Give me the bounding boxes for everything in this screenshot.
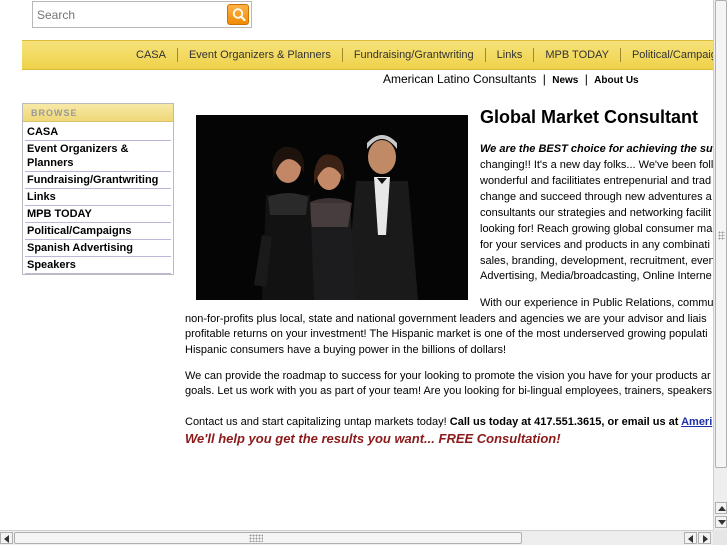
side-line: changing!! It's a new day folks... We've… [480, 159, 713, 171]
scroll-right-button[interactable] [698, 532, 711, 544]
vertical-scrollbar[interactable] [713, 0, 727, 530]
top-nav-items: CASA Event Organizers & Planners Fundrai… [127, 48, 713, 62]
paragraph-line: We can provide the roadmap to success fo… [185, 370, 711, 382]
sidebar-item-political-campaigns[interactable]: Political/Campaigns [25, 223, 171, 240]
side-line: for your services and products in any co… [480, 239, 710, 251]
search-input[interactable] [37, 6, 217, 24]
top-nav-bar: CASA Event Organizers & Planners Fundrai… [22, 40, 713, 70]
search-button[interactable] [227, 4, 249, 25]
sidebar-item-mpb-today[interactable]: MPB TODAY [25, 206, 171, 223]
cta-text: We'll help you get the results you want.… [185, 431, 561, 446]
group-photo [196, 115, 468, 300]
sidebar-item-fundraising[interactable]: Fundraising/Grantwriting [25, 172, 171, 189]
news-link[interactable]: News [552, 75, 578, 86]
nav-item-fundraising[interactable]: Fundraising/Grantwriting [341, 48, 485, 62]
side-line: consultants our strategies and networkin… [480, 207, 712, 219]
paragraph-line: With our experience in Public Relations,… [480, 297, 713, 309]
browse-heading: BROWSE [23, 104, 173, 122]
subnav-separator: | [584, 72, 588, 86]
sidebar-item-event-organizers[interactable]: Event Organizers & Planners [25, 141, 171, 172]
contact-line: Contact us and start capitalizing untap … [185, 416, 712, 429]
arrow-right-icon [703, 535, 708, 543]
nav-item-political-campaigns[interactable]: Political/Campaigns [619, 48, 713, 62]
arrow-left-icon [4, 535, 9, 543]
sidebar-item-links[interactable]: Links [25, 189, 171, 206]
paragraph-line: Hispanic consumers have a buying power i… [185, 344, 507, 356]
vertical-scroll-thumb[interactable] [715, 0, 727, 468]
side-line: wonderful and facilitiates entrepenurial… [480, 175, 712, 187]
side-line: Advertising, Media/broadcasting, Online … [480, 270, 712, 282]
browse-sidebar: BROWSE CASA Event Organizers & Planners … [22, 103, 174, 275]
scroll-down-button[interactable] [715, 516, 727, 528]
sidebar-item-speakers[interactable]: Speakers [25, 257, 171, 274]
site-name-link[interactable]: American Latino Consultants [383, 72, 536, 86]
page-title: Global Market Consultant [480, 107, 699, 127]
paragraph-line: profitable returns on your investment! T… [185, 328, 708, 340]
side-line: change and succeed through new adventure… [480, 191, 712, 203]
scroll-left-button[interactable] [0, 532, 13, 544]
grip-icon [249, 534, 263, 542]
contact-phone-text: Call us today at 417.551.3615, or email … [449, 416, 682, 428]
email-link[interactable]: Ameri [681, 416, 712, 428]
grip-icon [718, 231, 725, 240]
scroll-up-button[interactable] [715, 502, 727, 514]
nav-item-event-organizers[interactable]: Event Organizers & Planners [176, 48, 342, 62]
sidebar-item-casa[interactable]: CASA [25, 124, 171, 141]
browse-list: CASA Event Organizers & Planners Fundrai… [25, 124, 171, 274]
search-icon [232, 8, 246, 22]
nav-item-casa[interactable]: CASA [127, 48, 177, 62]
arrow-down-icon [718, 520, 726, 525]
sidebar-item-spanish-advertising[interactable]: Spanish Advertising [25, 240, 171, 257]
paragraph-line: non-for-profits plus local, state and na… [185, 313, 707, 325]
nav-item-links[interactable]: Links [484, 48, 534, 62]
search-box [32, 1, 252, 28]
paragraph-line: goals. Let us work with you as part of y… [185, 385, 713, 397]
arrow-left-icon [688, 535, 693, 543]
scroll-left-button-2[interactable] [684, 532, 697, 544]
page-viewport: CASA Event Organizers & Planners Fundrai… [0, 0, 713, 530]
nav-item-mpb-today[interactable]: MPB TODAY [533, 48, 620, 62]
intro-bold-line: We are the BEST choice for achieving the… [480, 143, 713, 155]
subnav-separator: | [542, 72, 546, 86]
arrow-up-icon [718, 506, 726, 511]
horizontal-scrollbar[interactable] [0, 530, 713, 545]
side-line: sales, branding, development, recruitmen… [480, 255, 713, 267]
scrollbar-corner [713, 530, 727, 545]
sub-navigation: American Latino Consultants | News | Abo… [383, 72, 639, 86]
contact-prefix: Contact us and start capitalizing untap … [185, 416, 450, 428]
horizontal-scroll-thumb[interactable] [14, 532, 522, 544]
side-line: looking for! Reach growing global consum… [480, 223, 713, 235]
about-us-link[interactable]: About Us [594, 75, 638, 86]
